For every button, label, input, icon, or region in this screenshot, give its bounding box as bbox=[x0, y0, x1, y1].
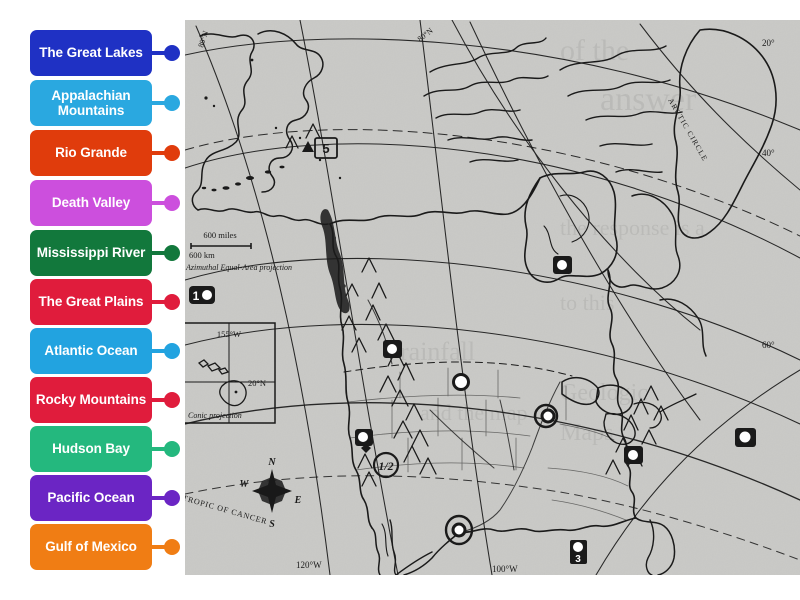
map-marker-box-1-number: 1 bbox=[193, 289, 200, 303]
label-text-the-great-lakes: The Great Lakes bbox=[39, 45, 143, 61]
label-item-atlantic-ocean[interactable]: Atlantic Ocean bbox=[30, 328, 180, 374]
label-connector-rocky-mountains bbox=[152, 392, 180, 408]
compass-south-label: S bbox=[269, 519, 275, 530]
graticule-label-60: 60° bbox=[762, 340, 775, 350]
label-text-hudson-bay: Hudson Bay bbox=[52, 441, 130, 457]
map-marker-dot-b[interactable] bbox=[383, 340, 402, 358]
label-item-rio-grande[interactable]: Rio Grande bbox=[30, 130, 180, 176]
label-item-death-valley[interactable]: Death Valley bbox=[30, 180, 180, 226]
diagram-canvas: of the answer the response is a to this … bbox=[0, 0, 800, 600]
label-item-mississippi-river[interactable]: Mississippi River bbox=[30, 230, 180, 276]
compass-north-label: N bbox=[267, 457, 276, 468]
label-chip-the-great-lakes[interactable]: The Great Lakes bbox=[30, 30, 152, 76]
connector-dot[interactable] bbox=[164, 145, 180, 161]
svg-text:and the map: and the map bbox=[420, 400, 528, 425]
scale-projection-label: Azimuthal Equal-Area projection bbox=[185, 263, 292, 272]
label-chip-appalachian-mountains[interactable]: Appalachian Mountains bbox=[30, 80, 152, 126]
label-item-the-great-plains[interactable]: The Great Plains bbox=[30, 279, 180, 325]
map-marker-box-f[interactable] bbox=[624, 446, 643, 464]
map-marker-box-1[interactable]: 1 bbox=[189, 286, 215, 304]
compass-west-label: W bbox=[240, 479, 250, 490]
map-marker-box-3-number: 3 bbox=[575, 554, 581, 565]
map-marker-box-5-number: 5 bbox=[322, 141, 329, 156]
connector-dot[interactable] bbox=[164, 490, 180, 506]
label-text-mississippi-river: Mississippi River bbox=[36, 245, 146, 261]
connector-dot[interactable] bbox=[164, 441, 180, 457]
inset-projection-label: Conic projection bbox=[188, 411, 242, 420]
label-text-pacific-ocean: Pacific Ocean bbox=[47, 490, 135, 506]
label-chip-mississippi-river[interactable]: Mississippi River bbox=[30, 230, 152, 276]
connector-dot[interactable] bbox=[164, 294, 180, 310]
label-item-rocky-mountains[interactable]: Rocky Mountains bbox=[30, 377, 180, 423]
label-item-appalachian-mountains[interactable]: Appalachian Mountains bbox=[30, 80, 180, 126]
connector-dot[interactable] bbox=[164, 392, 180, 408]
svg-text:to this: to this bbox=[560, 290, 614, 315]
label-connector-appalachian-mountains bbox=[152, 95, 180, 111]
map-marker-box-g[interactable] bbox=[735, 428, 756, 447]
map-image[interactable]: of the answer the response is a to this … bbox=[185, 20, 800, 575]
label-chip-the-great-plains[interactable]: The Great Plains bbox=[30, 279, 152, 325]
label-text-the-great-plains: The Great Plains bbox=[38, 294, 144, 310]
label-chip-atlantic-ocean[interactable]: Atlantic Ocean bbox=[30, 328, 152, 374]
label-chip-pacific-ocean[interactable]: Pacific Ocean bbox=[30, 475, 152, 521]
label-item-gulf-of-mexico[interactable]: Gulf of Mexico bbox=[30, 524, 180, 570]
label-item-the-great-lakes[interactable]: The Great Lakes bbox=[30, 30, 180, 76]
compass-east-label: E bbox=[294, 495, 302, 506]
connector-dot[interactable] bbox=[164, 45, 180, 61]
label-chip-rocky-mountains[interactable]: Rocky Mountains bbox=[30, 377, 152, 423]
label-chip-rio-grande[interactable]: Rio Grande bbox=[30, 130, 152, 176]
label-item-pacific-ocean[interactable]: Pacific Ocean bbox=[30, 475, 180, 521]
label-text-death-valley: Death Valley bbox=[51, 195, 131, 211]
graticule-label-120w: 120°W bbox=[296, 560, 322, 570]
map-svg: of the answer the response is a to this … bbox=[185, 20, 800, 575]
map-marker-ring-c[interactable] bbox=[452, 373, 470, 391]
label-text-appalachian-mountains: Appalachian Mountains bbox=[51, 87, 131, 119]
connector-dot[interactable] bbox=[164, 343, 180, 359]
connector-dot[interactable] bbox=[164, 195, 180, 211]
label-chip-death-valley[interactable]: Death Valley bbox=[30, 180, 152, 226]
inset-latitude-label: 20°N bbox=[248, 378, 266, 388]
label-connector-death-valley bbox=[152, 195, 180, 211]
label-connector-mississippi-river bbox=[152, 245, 180, 261]
svg-text:Geologic: Geologic bbox=[560, 380, 648, 406]
scale-km-label: 600 km bbox=[189, 250, 215, 260]
connector-dot[interactable] bbox=[164, 95, 180, 111]
map-marker-box-3[interactable]: 3 bbox=[570, 540, 587, 565]
connector-dot[interactable] bbox=[164, 245, 180, 261]
label-connector-gulf-of-mexico bbox=[152, 539, 180, 555]
label-connector-pacific-ocean bbox=[152, 490, 180, 506]
label-list: The Great Lakes Appalachian Mountains Ri… bbox=[0, 0, 185, 600]
label-text-rio-grande: Rio Grande bbox=[55, 145, 127, 161]
label-chip-hudson-bay[interactable]: Hudson Bay bbox=[30, 426, 152, 472]
connector-dot[interactable] bbox=[164, 539, 180, 555]
label-text-gulf-of-mexico: Gulf of Mexico bbox=[45, 539, 137, 555]
label-item-hudson-bay[interactable]: Hudson Bay bbox=[30, 426, 180, 472]
label-connector-hudson-bay bbox=[152, 441, 180, 457]
scale-miles-label: 600 miles bbox=[203, 230, 236, 240]
label-connector-the-great-lakes bbox=[152, 45, 180, 61]
map-marker-dot-a[interactable] bbox=[553, 256, 572, 274]
label-connector-atlantic-ocean bbox=[152, 343, 180, 359]
graticule-label-20: 20° bbox=[762, 38, 775, 48]
label-connector-rio-grande bbox=[152, 145, 180, 161]
inset-longitude-label: 155°W bbox=[217, 329, 241, 339]
graticule-label-40: 40° bbox=[762, 148, 775, 158]
label-chip-gulf-of-mexico[interactable]: Gulf of Mexico bbox=[30, 524, 152, 570]
label-text-atlantic-ocean: Atlantic Ocean bbox=[44, 343, 138, 359]
graticule-label-100w: 100°W bbox=[492, 564, 518, 574]
label-connector-the-great-plains bbox=[152, 294, 180, 310]
label-text-rocky-mountains: Rocky Mountains bbox=[35, 392, 147, 408]
map-marker-circle-half-number: 1/2 bbox=[378, 459, 393, 473]
